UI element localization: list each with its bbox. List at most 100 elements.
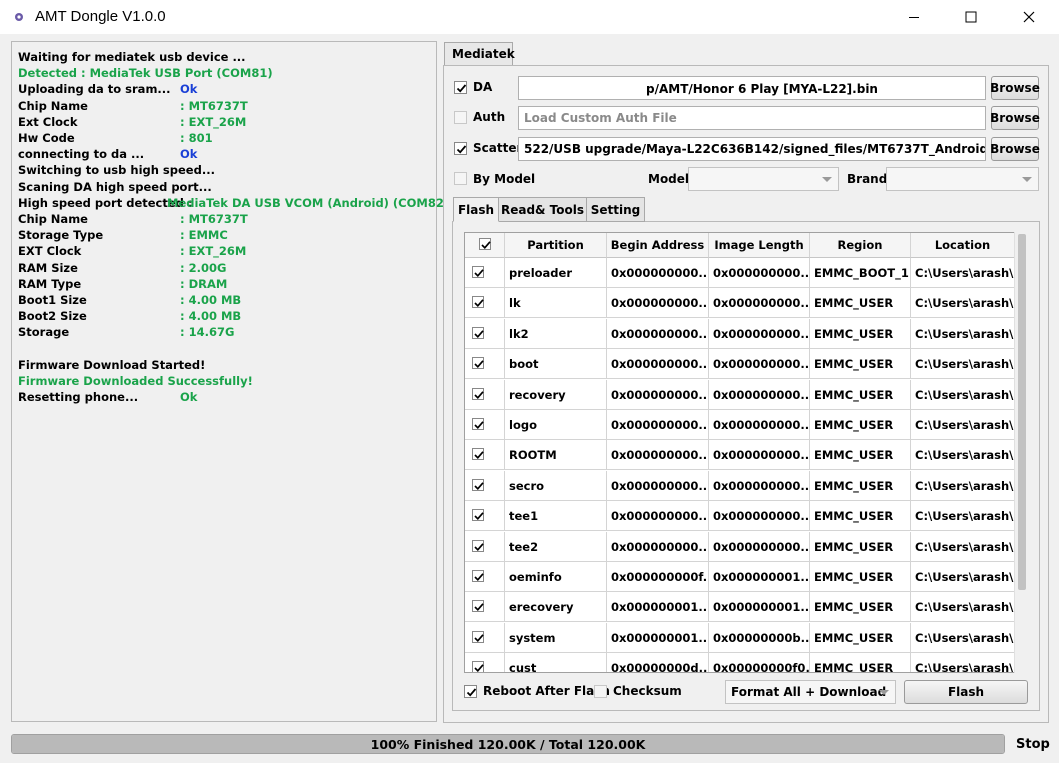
row-checkbox[interactable] [472, 661, 484, 672]
cell-partition: secro [505, 470, 607, 501]
select-all-checkbox[interactable] [479, 238, 491, 250]
row-checkbox[interactable] [472, 509, 484, 522]
table-row[interactable]: lk 0x000000000... 0x000000000... EMMC_USER C… [465, 288, 1015, 319]
row-checkbox[interactable] [472, 387, 484, 400]
da-browse-button[interactable]: Browse [990, 76, 1040, 100]
scatter-file-field[interactable]: 522/USB upgrade/Maya-L22C636B142/signed_… [518, 137, 986, 161]
cell-length: 0x000000000... [709, 318, 810, 349]
checkmark-icon [474, 451, 484, 460]
flash-mode-select[interactable]: Format All + Download [725, 680, 896, 704]
tab-mediatek[interactable]: Mediatek [444, 42, 515, 66]
table-row[interactable]: ROOTM 0x000000000... 0x000000000... EMMC_US… [465, 440, 1015, 471]
row-checkbox[interactable] [472, 418, 484, 430]
cell-partition: recovery [505, 379, 607, 410]
column-header-region[interactable]: Region [810, 233, 911, 258]
row-checkbox[interactable] [472, 570, 484, 582]
cell-partition: lk [505, 288, 607, 319]
cell-region: EMMC_USER [810, 653, 911, 672]
row-select-cell[interactable] [465, 470, 505, 501]
minimize-button[interactable] [891, 0, 937, 34]
cell-begin: 0x000000000... [607, 440, 709, 471]
cell-region: EMMC_USER [810, 288, 911, 319]
cell-region: EMMC_USER [810, 622, 911, 653]
tab-setting[interactable]: Setting [586, 197, 645, 222]
log-line-value: : DRAM [180, 277, 228, 291]
row-select-cell[interactable] [465, 258, 505, 288]
table-row[interactable]: erecovery 0x000000001... 0x000000001... EMM… [465, 592, 1015, 623]
table-row[interactable]: boot 0x000000000... 0x000000000... EMMC_USE… [465, 349, 1015, 380]
log-line-value: MediaTek DA USB VCOM (Android) (COM82) [167, 196, 450, 210]
row-checkbox[interactable] [472, 539, 484, 552]
row-checkbox[interactable] [472, 478, 484, 491]
row-checkbox[interactable] [472, 448, 484, 461]
row-select-cell[interactable] [465, 531, 505, 562]
log-line-label: Hw Code [18, 131, 75, 145]
row-checkbox[interactable] [472, 326, 484, 339]
stop-button[interactable]: Stop [1016, 737, 1050, 752]
da-label: DA [473, 80, 493, 94]
table-row[interactable]: cust 0x00000000d... 0x00000000f0... EMMC_US… [465, 653, 1015, 672]
cell-location: C:\Users\arash\... [911, 622, 1015, 653]
row-select-cell[interactable] [465, 653, 505, 672]
row-checkbox[interactable] [472, 357, 484, 370]
table-row[interactable]: system 0x000000001... 0x00000000b... EMMC_U… [465, 622, 1015, 653]
cell-partition: logo [505, 410, 607, 440]
row-checkbox[interactable] [472, 296, 484, 309]
select-all-header[interactable] [465, 233, 505, 258]
row-select-cell[interactable] [465, 592, 505, 623]
row-select-cell[interactable] [465, 288, 505, 319]
chevron-down-icon [879, 690, 889, 695]
row-select-cell[interactable] [465, 318, 505, 349]
auth-checkbox[interactable] [454, 111, 467, 124]
row-select-cell[interactable] [465, 440, 505, 471]
row-select-cell[interactable] [465, 622, 505, 653]
row-select-cell[interactable] [465, 501, 505, 532]
da-file-field[interactable]: p/AMT/Honor 6 Play [MYA-L22].bin [518, 76, 986, 100]
row-checkbox[interactable] [472, 266, 484, 278]
tab-read-tools[interactable]: Read& Tools [498, 197, 587, 222]
table-row[interactable]: tee2 0x000000000... 0x000000000... EMMC_USE… [465, 531, 1015, 562]
table-row[interactable]: secro 0x000000000... 0x000000000... EMMC_US… [465, 470, 1015, 501]
row-checkbox[interactable] [472, 600, 484, 613]
checksum-checkbox[interactable] [594, 685, 607, 698]
cell-location: C:\Users\arash\... [911, 440, 1015, 471]
log-line-value: Ok [180, 390, 198, 404]
scrollbar-thumb[interactable] [1018, 234, 1026, 590]
row-checkbox[interactable] [472, 630, 484, 643]
cell-location: C:\Users\arash\... [911, 653, 1015, 672]
log-line-label: Storage [18, 325, 70, 339]
scatter-browse-button[interactable]: Browse [990, 137, 1040, 161]
tab-flash[interactable]: Flash [453, 197, 499, 222]
row-select-cell[interactable] [465, 410, 505, 440]
column-header-image-length[interactable]: Image Length [709, 233, 810, 258]
by-model-checkbox[interactable] [454, 172, 467, 185]
table-row[interactable]: oeminfo 0x000000000f... 0x000000001... EMMC… [465, 562, 1015, 592]
close-button[interactable] [1006, 0, 1052, 34]
log-line-value: : 4.00 MB [180, 293, 242, 307]
log-line-label: Scaning DA high speed port... [18, 180, 212, 194]
table-row[interactable]: logo 0x000000000... 0x000000000... EMMC_USE… [465, 410, 1015, 440]
table-row[interactable]: tee1 0x000000000... 0x000000000... EMMC_USE… [465, 501, 1015, 532]
cell-begin: 0x000000000... [607, 288, 709, 319]
flash-button[interactable]: Flash [904, 680, 1028, 704]
column-header-begin-address[interactable]: Begin Address [607, 233, 709, 258]
cell-length: 0x000000000... [709, 379, 810, 410]
model-select[interactable] [688, 167, 839, 191]
reboot-after-flash-checkbox[interactable] [464, 685, 477, 698]
table-row[interactable]: lk2 0x000000000... 0x000000000... EMMC_USER… [465, 318, 1015, 349]
row-select-cell[interactable] [465, 379, 505, 410]
table-row[interactable]: preloader 0x000000000... 0x000000000... EMM… [465, 258, 1015, 288]
scatter-checkbox[interactable] [454, 142, 467, 155]
maximize-button[interactable] [948, 0, 994, 34]
column-header-location[interactable]: Location [911, 233, 1015, 258]
row-select-cell[interactable] [465, 562, 505, 592]
log-line-value: : 2.00G [180, 261, 227, 275]
auth-file-field[interactable]: Load Custom Auth File [518, 106, 986, 130]
auth-browse-button[interactable]: Browse [990, 106, 1040, 130]
column-header-partition[interactable]: Partition [505, 233, 607, 258]
da-checkbox[interactable] [454, 81, 467, 94]
table-scrollbar[interactable] [1014, 232, 1028, 673]
brand-select[interactable] [886, 167, 1039, 191]
row-select-cell[interactable] [465, 349, 505, 380]
table-row[interactable]: recovery 0x000000000... 0x000000000... EMMC… [465, 379, 1015, 410]
